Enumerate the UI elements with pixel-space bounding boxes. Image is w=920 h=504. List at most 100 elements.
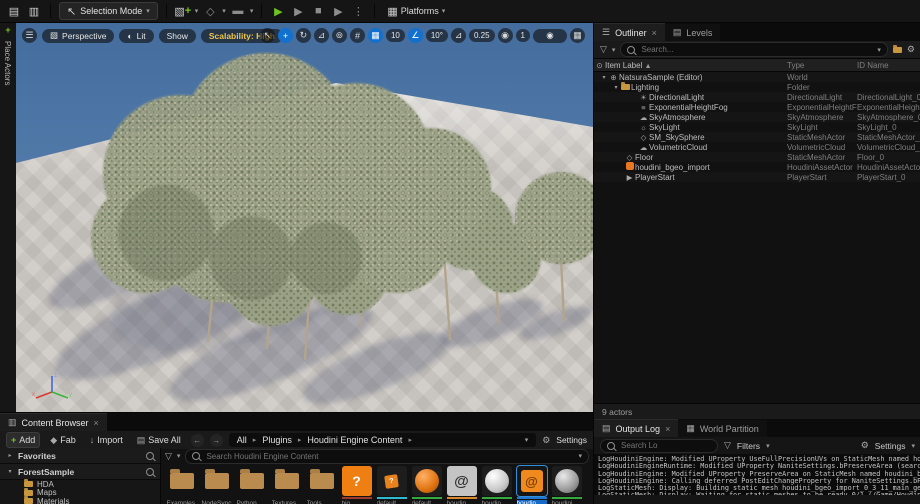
asset-tile[interactable]: ? default_: [375, 466, 408, 504]
asset-tile[interactable]: default_: [410, 466, 443, 504]
chevron-down-icon[interactable]: ▾: [177, 452, 181, 460]
tab-outliner[interactable]: ☰ Outliner ×: [594, 23, 665, 41]
platforms-dropdown[interactable]: ▦ Platforms ▾: [383, 4, 449, 18]
folder-tile[interactable]: Examples: [165, 466, 198, 504]
table-row[interactable]: ▾ ⊕ NatsuraSample (Editor) World: [594, 72, 920, 82]
scale-snap-toggle[interactable]: ⊿: [451, 28, 466, 43]
table-row[interactable]: ◇ SM_SkySphere StaticMeshActor StaticMes…: [594, 132, 920, 142]
close-icon[interactable]: ×: [94, 418, 99, 428]
asset-tile[interactable]: @ houdin_: [445, 466, 478, 504]
log-output-area[interactable]: LogHoudiniEngine: Modified UProperty Use…: [594, 454, 920, 495]
back-button[interactable]: ←: [191, 434, 204, 447]
asset-search-box[interactable]: ▾: [185, 449, 589, 464]
asset-tile[interactable]: houdin_: [480, 466, 513, 504]
breadcrumb-plugins[interactable]: Plugins: [262, 435, 292, 445]
outliner-search-input[interactable]: [639, 44, 873, 55]
scale-snap-value[interactable]: 0.25: [469, 29, 495, 42]
selection-mode-dropdown[interactable]: ↖ Selection Mode ▾: [59, 2, 158, 20]
asset-search-input[interactable]: [204, 451, 574, 462]
camera-speed-button[interactable]: ◉: [498, 28, 513, 43]
gear-icon[interactable]: ⚙: [907, 44, 915, 55]
forestsample-section[interactable]: ▾ ForestSample: [0, 464, 160, 480]
camera-speed-value[interactable]: 1: [516, 29, 530, 42]
filter-icon[interactable]: ▽: [600, 44, 607, 55]
expand-arrow-icon[interactable]: ▾: [612, 84, 620, 91]
filter-icon[interactable]: ▽: [165, 451, 172, 462]
log-search-box[interactable]: [600, 439, 718, 453]
rotate-tool-button[interactable]: ↻: [296, 28, 311, 43]
level-viewport[interactable]: ☰ ▧ Perspective ◐ Lit Show Scalability: …: [16, 23, 593, 412]
close-icon[interactable]: ×: [665, 424, 670, 434]
move-tool-button[interactable]: +: [278, 28, 293, 43]
folder-tile[interactable]: Textures: [270, 466, 303, 504]
sidebar-item-materials[interactable]: Materials: [0, 497, 160, 504]
log-search-input[interactable]: [619, 440, 711, 451]
chevron-down-icon[interactable]: ▾: [612, 46, 616, 54]
breadcrumb[interactable]: All ▸ Plugins ▸ Houdini Engine Content ▸…: [229, 433, 536, 447]
asset-tile[interactable]: houdini_: [550, 466, 583, 504]
folder-tile[interactable]: Python: [235, 466, 268, 504]
fab-button[interactable]: ◆ Fab: [46, 433, 79, 447]
expand-arrow-icon[interactable]: ▸: [6, 452, 14, 459]
gear-icon[interactable]: ⚙: [542, 435, 550, 446]
folder-tile[interactable]: Tools: [305, 466, 338, 504]
cinematics-button[interactable]: ▬: [230, 3, 246, 19]
chevron-down-icon[interactable]: ▾: [766, 442, 770, 450]
save-icon[interactable]: ▤: [6, 3, 22, 19]
frame-skip-button[interactable]: ▶: [290, 3, 306, 19]
table-row[interactable]: ☁ SkyAtmosphere SkyAtmosphere SkyAtmosph…: [594, 112, 920, 122]
table-row[interactable]: ▾ Lighting Folder: [594, 82, 920, 92]
place-actors-tab[interactable]: Place Actors: [3, 41, 12, 85]
asset-tile[interactable]: ? big_: [340, 466, 373, 504]
new-folder-icon[interactable]: [893, 47, 902, 53]
cb-settings-dropdown[interactable]: Settings: [556, 435, 587, 445]
rotation-snap-value[interactable]: 10°: [426, 29, 448, 42]
tab-content-browser[interactable]: ▥ Content Browser ×: [0, 413, 107, 431]
expand-arrow-icon[interactable]: ▾: [6, 468, 14, 475]
tab-output-log[interactable]: ▤ Output Log ×: [594, 419, 678, 437]
table-row[interactable]: ≡ ExponentialHeightFog ExponentialHeight…: [594, 102, 920, 112]
lit-dropdown[interactable]: ◐ Lit: [119, 29, 153, 43]
table-row[interactable]: ◇ Floor StaticMeshActor Floor_0: [594, 152, 920, 162]
tab-world-partition[interactable]: ▦ World Partition: [678, 420, 766, 437]
play-options-icon[interactable]: ⋮: [350, 3, 366, 19]
add-button[interactable]: + Add: [6, 432, 40, 448]
table-row[interactable]: ☀ DirectionalLight DirectionalLight Dire…: [594, 92, 920, 102]
chevron-down-icon[interactable]: ▾: [222, 7, 226, 15]
filter-icon[interactable]: ▽: [724, 440, 731, 451]
expand-arrow-icon[interactable]: ▾: [600, 74, 608, 81]
add-actor-button[interactable]: ▧+: [175, 3, 191, 19]
folder-tile[interactable]: NodeSync: [200, 466, 233, 504]
table-row[interactable]: ☁ VolumetricCloud VolumetricCloud Volume…: [594, 142, 920, 152]
chevron-down-icon[interactable]: ▾: [578, 452, 582, 460]
blueprints-button[interactable]: ◇: [202, 3, 218, 19]
eye-icon[interactable]: ⊙: [594, 61, 605, 70]
tab-levels[interactable]: ▤ Levels: [665, 24, 721, 41]
select-tool-button[interactable]: ↖: [260, 28, 275, 43]
show-dropdown[interactable]: Show: [159, 29, 196, 43]
launch-button[interactable]: ▶: [330, 3, 346, 19]
grid-snap-toggle[interactable]: ▦: [368, 28, 383, 43]
log-settings-dropdown[interactable]: Settings: [875, 441, 906, 451]
grid-snap-value[interactable]: 10: [386, 29, 405, 42]
outliner-search-box[interactable]: ▾: [620, 42, 887, 57]
import-button[interactable]: ↓ Import: [86, 433, 127, 447]
play-button[interactable]: ▶: [270, 3, 286, 19]
column-item-label[interactable]: Item Label ▲: [605, 61, 787, 70]
place-actors-sidebar[interactable]: + Place Actors: [0, 23, 17, 412]
favorites-section[interactable]: ▸ Favorites: [0, 448, 160, 464]
close-icon[interactable]: ×: [652, 28, 657, 38]
save-all-button[interactable]: ▤ Save All: [133, 433, 185, 447]
search-icon[interactable]: [146, 468, 154, 476]
scale-tool-button[interactable]: ⊿: [314, 28, 329, 43]
table-row[interactable]: ☼ SkyLight SkyLight SkyLight_0: [594, 122, 920, 132]
surface-snap-button[interactable]: #: [350, 28, 365, 43]
viewport-layout-button[interactable]: ▦: [570, 28, 585, 43]
viewport-menu-button[interactable]: ☰: [22, 28, 37, 43]
column-type[interactable]: Type: [787, 61, 857, 70]
breadcrumb-all[interactable]: All: [237, 435, 247, 445]
chevron-down-icon[interactable]: ▾: [195, 7, 199, 15]
camera-button[interactable]: ◉: [533, 29, 567, 43]
breadcrumb-houdini-engine-content[interactable]: Houdini Engine Content: [307, 435, 402, 445]
table-row[interactable]: ▶ PlayerStart PlayerStart PlayerStart_0: [594, 172, 920, 182]
